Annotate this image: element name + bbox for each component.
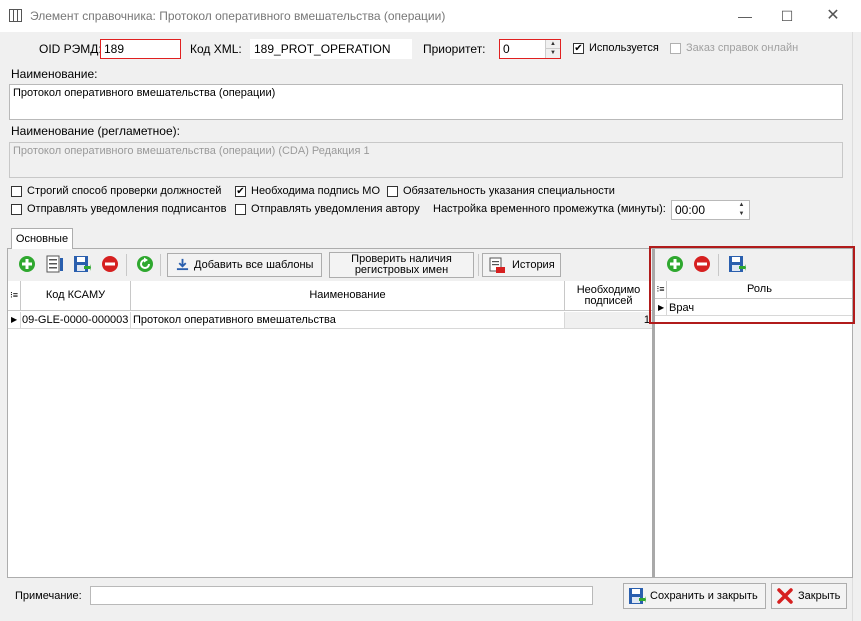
column-chooser-icon[interactable]: ⁝≡ [655,281,667,298]
add-role-button[interactable] [666,255,684,276]
cell-code[interactable]: 09-GLE-0000-000003 [21,312,131,328]
row-indicator-icon: ▶ [655,300,667,315]
left-grid-header: ⁝≡ Код КСАМУ Наименование Необходимо под… [8,281,652,311]
close-button[interactable]: Закрыть [771,583,847,609]
close-window-button[interactable]: ✕ [810,0,856,32]
tab-main[interactable]: Основные [11,228,73,249]
notify-author-checkbox[interactable] [235,204,246,215]
remove-icon [694,256,710,272]
add-all-templates-label: Добавить все шаблоны [194,259,314,271]
remove-button[interactable] [101,255,119,276]
note-input[interactable] [90,586,593,605]
online-orders-label: Заказ справок онлайн [686,42,799,54]
oid-input[interactable]: 189 [100,39,181,59]
xml-code-label: Код XML: [190,42,242,56]
notify-signers-checkbox[interactable] [11,204,22,215]
check-registry-names-label-2: регистровых имен [354,264,449,276]
time-interval-value: 00:00 [675,203,706,217]
time-interval-label: Настройка временного промежутка (минуты)… [433,203,666,215]
xml-code-input[interactable]: 189_PROT_OPERATION [250,39,412,59]
history-button[interactable]: История [482,253,561,277]
close-x-icon [777,588,793,604]
toolbar-separator [160,254,161,276]
priority-spin-buttons[interactable]: ▲ ▼ [545,40,560,58]
remove-icon [102,256,118,272]
time-interval-spin-buttons[interactable]: ▲ ▼ [734,201,749,219]
mo-signature-checkbox[interactable]: ✔ [235,186,246,197]
column-header-signatures[interactable]: Необходимо подписей [565,281,652,310]
specialty-required-label: Обязательность указания специальности [403,185,615,197]
regulation-name-label: Наименование (регламетное): [11,124,180,138]
notify-author-label: Отправлять уведомления автору [251,203,420,215]
column-header-name[interactable]: Наименование [131,281,565,310]
download-icon [176,258,189,271]
regulation-name-input: Протокол оперативного вмешательства (опе… [9,142,843,178]
cell-name[interactable]: Протокол оперативного вмешательства [131,312,565,328]
column-chooser-icon[interactable]: ⁝≡ [8,281,21,310]
save-and-close-button[interactable]: Сохранить и закрыть [623,583,766,609]
name-input[interactable]: Протокол оперативного вмешательства (опе… [9,84,843,120]
add-icon [19,256,35,272]
check-registry-names-button[interactable]: Проверить наличия регистровых имен [329,252,474,278]
refresh-icon [137,256,153,272]
row-indicator-icon: ▶ [8,312,21,328]
toolbar-separator [126,254,127,276]
save-and-close-label: Сохранить и закрыть [650,590,758,602]
strict-position-check-checkbox[interactable] [11,186,22,197]
list-edit-icon [46,255,63,273]
table-row[interactable]: ▶ 09-GLE-0000-000003 Протокол оперативно… [8,312,652,329]
mo-signature-label: Необходима подпись МО [251,185,381,197]
window-title: Элемент справочника: Протокол оперативно… [30,9,446,23]
window-app-icon [9,9,22,22]
edit-list-button[interactable] [46,255,64,276]
minimize-button[interactable]: — [722,0,768,32]
priority-label: Приоритет: [423,42,486,56]
save-arrow-icon [74,256,91,272]
add-icon [667,256,683,272]
priority-stepper[interactable]: 0 ▲ ▼ [499,39,561,59]
save-arrow-icon [629,588,646,604]
column-header-role[interactable]: Роль [667,281,852,298]
add-button[interactable] [18,255,36,276]
time-interval-stepper[interactable]: 00:00 ▲ ▼ [671,200,750,220]
toolbar-separator [478,254,479,276]
note-label: Примечание: [15,590,82,602]
history-label: История [512,259,555,271]
column-header-code[interactable]: Код КСАМУ [21,281,131,310]
refresh-button[interactable] [136,255,154,276]
history-log-icon [489,257,505,273]
specialty-required-checkbox[interactable] [387,186,398,197]
add-all-templates-button[interactable]: Добавить все шаблоны [167,253,322,277]
name-label: Наименование: [11,67,98,81]
used-label: Используется [589,42,659,54]
notify-signers-label: Отправлять уведомления подписантов [27,203,227,215]
right-grid-header: ⁝≡ Роль [655,281,852,299]
right-toolbar [655,249,852,281]
cell-role[interactable]: Врач [667,300,852,315]
online-orders-checkbox[interactable] [670,43,681,54]
maximize-button[interactable]: ☐ [764,0,810,32]
remove-role-button[interactable] [693,255,711,276]
strict-position-check-label: Строгий способ проверки должностей [27,185,222,197]
save-arrow-icon [729,256,746,272]
used-checkbox[interactable]: ✔ [573,43,584,54]
save-role-button[interactable] [728,255,746,276]
save-next-button[interactable] [73,255,91,276]
oid-label: OID РЭМД: [39,42,102,56]
cell-signatures[interactable]: 1 [565,312,652,328]
priority-value: 0 [503,42,510,56]
table-row[interactable]: ▶ Врач [655,300,852,316]
close-label: Закрыть [798,590,841,602]
vertical-scrollbar[interactable] [852,32,861,621]
toolbar-separator [718,254,719,276]
